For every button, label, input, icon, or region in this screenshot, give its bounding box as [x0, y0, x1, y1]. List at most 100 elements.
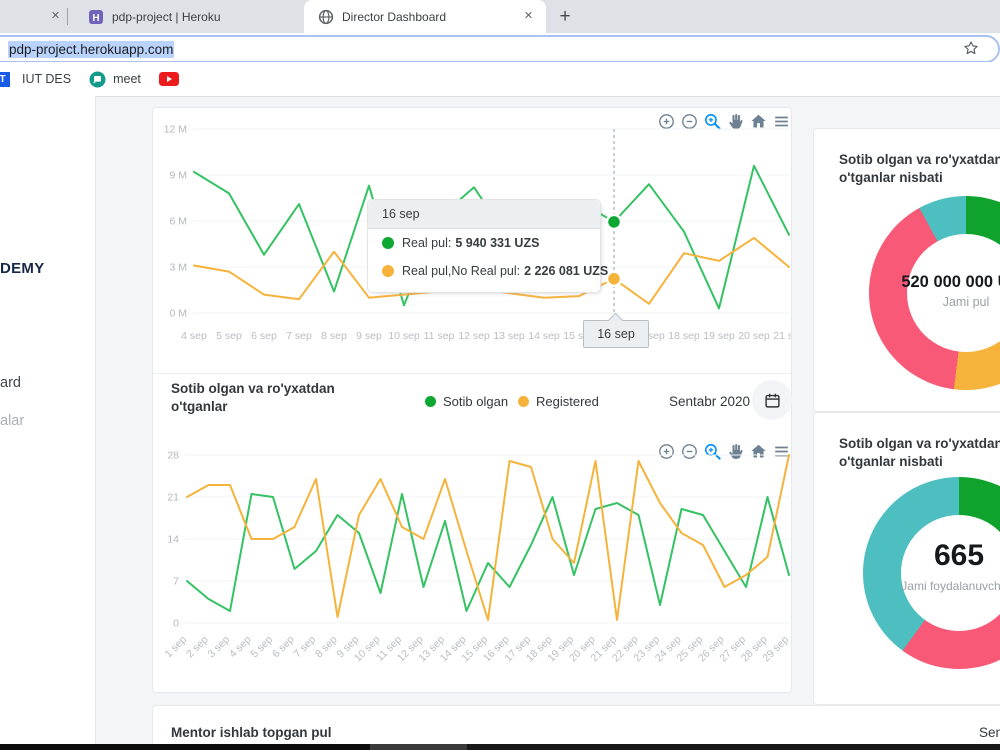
- series-dot-green: [382, 237, 394, 249]
- heroku-favicon: H: [89, 9, 103, 24]
- calendar-icon: [764, 393, 780, 408]
- y-tick-label: 12 M: [164, 124, 187, 136]
- section2-title-line2: o'tganlar: [171, 399, 228, 414]
- tab-director-dashboard[interactable]: Director Dashboard ✕: [304, 0, 546, 33]
- tab-strip: ✕ H pdp-project | Heroku ✕ Director Dash…: [0, 0, 1000, 33]
- x-tick-label: 21 sep: [773, 330, 791, 342]
- x-tick-label: 5 sep: [248, 634, 275, 661]
- x-tick-label: 5 sep: [216, 330, 242, 342]
- x-tick-label: 6 sep: [270, 634, 297, 661]
- legend-dot-green: [425, 396, 436, 407]
- close-icon[interactable]: ✕: [521, 9, 536, 24]
- y-tick-label: 0: [173, 618, 179, 630]
- donut2-title: Sotib olgan va ro'yxatdan o'tganlar nisb…: [839, 435, 1000, 471]
- legend-sotib-olgan[interactable]: Sotib olgan: [425, 394, 508, 409]
- donut2-center-sub: Jami foydalanuvchilar: [901, 579, 1000, 593]
- series-value: 2 226 081 UZS: [524, 264, 609, 278]
- donut2-title-line2: o'tganlar nisbati: [839, 454, 943, 469]
- period-label[interactable]: Sentabr 2020: [669, 394, 750, 409]
- x-tick-label: 1 sep: [162, 634, 189, 661]
- series-name: Real pul,No Real pul:: [402, 264, 521, 278]
- x-tick-label: 12 sep: [458, 330, 490, 342]
- donut-card-money: Sotib olgan va ro'yxatdan o'tganlar nisb…: [813, 128, 1000, 412]
- bookmark-youtube[interactable]: [158, 72, 179, 86]
- data-point-marker: [605, 213, 623, 231]
- y-tick-label: 9 M: [169, 170, 187, 182]
- legend-label: Registered: [536, 394, 599, 409]
- section2-title-line1: Sotib olgan va ro'yxatdan: [171, 381, 335, 396]
- address-toolbar: pdp-project.herokuapp.com: [0, 33, 1000, 63]
- sidebar-item-dashboard[interactable]: ard: [0, 375, 21, 391]
- donut1-center-value: 520 000 000 UZS: [901, 273, 1000, 291]
- tooltip-row: Real pul,No Real pul: 2 226 081 UZS: [368, 257, 608, 285]
- y-tick-label: 6 M: [169, 216, 187, 228]
- address-bar[interactable]: pdp-project.herokuapp.com: [0, 35, 1000, 63]
- x-tick-label: 13 sep: [493, 330, 525, 342]
- x-tick-label: 2 sep: [184, 634, 211, 661]
- y-tick-label: 7: [173, 576, 179, 588]
- section2-title: Sotib olgan va ro'yxatdan o'tganlar: [171, 380, 421, 416]
- x-tick-label: 19 sep: [703, 330, 735, 342]
- tab-heroku[interactable]: H pdp-project | Heroku ✕: [74, 0, 506, 33]
- axis-tooltip: 16 sep: [583, 320, 649, 348]
- bookmark-meet[interactable]: meet: [89, 71, 141, 88]
- users-line-chart[interactable]: 28 21 14 7 0 1 sep2 sep3 sep4 sep5 sep6 sep7 …: [153, 428, 791, 678]
- series-line: [186, 493, 790, 612]
- legend-label: Sotib olgan: [443, 394, 509, 409]
- screen: ✕ H pdp-project | Heroku ✕ Director Dash…: [0, 0, 1000, 750]
- series-value: 5 940 331 UZS: [455, 236, 540, 250]
- tooltip-date: 16 sep: [368, 200, 600, 229]
- x-tick-label: 9 sep: [356, 330, 382, 342]
- new-tab-button[interactable]: +: [553, 5, 577, 29]
- x-tick-label: 4 sep: [227, 634, 254, 661]
- x-tick-label: 6 sep: [251, 330, 277, 342]
- section-divider: [153, 373, 791, 374]
- x-tick-label: 10 sep: [388, 330, 420, 342]
- donut-card-users: Sotib olgan va ro'yxatdan o'tganlar nisb…: [813, 412, 1000, 705]
- x-tick-label: 11 sep: [424, 330, 455, 342]
- close-icon[interactable]: ✕: [48, 9, 63, 24]
- mentor-period-label[interactable]: Sentabr 2020: [979, 725, 1000, 740]
- tab-label: pdp-project | Heroku: [112, 9, 221, 24]
- y-tick-label: 0 M: [169, 308, 187, 320]
- sidebar-logo: DEMY: [0, 260, 45, 277]
- x-tick-label: 8 sep: [313, 634, 340, 661]
- mentor-title: Mentor ishlab topgan pul: [171, 725, 332, 740]
- data-point-marker: [605, 270, 623, 288]
- legend-dot-orange: [518, 396, 529, 407]
- series-dot-orange: [382, 265, 394, 277]
- bookmark-label: IUT DES: [22, 72, 72, 86]
- sidebar: DEMY ard alar: [0, 96, 96, 750]
- bookmark-star-icon[interactable]: [962, 39, 980, 57]
- x-tick-label: 18 sep: [668, 330, 700, 342]
- donut2-title-line1: Sotib olgan va ro'yxatdan: [839, 436, 1000, 451]
- donut1-center-sub: Jami pul: [942, 295, 990, 309]
- donut2-center-value: 665: [933, 539, 985, 572]
- date-picker-button[interactable]: [752, 380, 792, 420]
- x-tick-label: 14 sep: [528, 330, 560, 342]
- x-tick-label: 7 sep: [286, 330, 312, 342]
- legend-registered[interactable]: Registered: [518, 394, 599, 409]
- y-tick-label: 21: [167, 492, 179, 504]
- donut1-title-line1: Sotib olgan va ro'yxatdan: [839, 152, 1000, 167]
- globe-icon: [318, 9, 334, 24]
- x-tick-label: 8 sep: [321, 330, 347, 342]
- bookmarks-bar: T IUT DES meet: [0, 62, 1000, 97]
- x-tick-label: 20 sep: [738, 330, 770, 342]
- x-tick-label: 3 sep: [205, 634, 232, 661]
- tooltip-row: Real pul: 5 940 331 UZS: [368, 229, 600, 257]
- sidebar-item-secondary[interactable]: alar: [0, 413, 24, 429]
- y-tick-label: 14: [167, 534, 179, 546]
- tab-label: Director Dashboard: [342, 9, 447, 24]
- url-text[interactable]: pdp-project.herokuapp.com: [8, 40, 175, 58]
- youtube-icon: [158, 72, 179, 86]
- y-tick-label: 28: [167, 450, 179, 462]
- donut1-title-line2: o'tganlar nisbati: [839, 170, 943, 185]
- svg-text:H: H: [92, 13, 99, 24]
- bookmark-label: meet: [113, 72, 141, 86]
- series-line: [186, 454, 790, 621]
- chart-tooltip: 16 sep Real pul: 5 940 331 UZS Real pul,…: [367, 199, 608, 293]
- x-tick-label: 4 sep: [181, 330, 207, 342]
- tab-separator: [67, 8, 68, 25]
- bookmark-iut-des[interactable]: T IUT DES: [0, 71, 72, 87]
